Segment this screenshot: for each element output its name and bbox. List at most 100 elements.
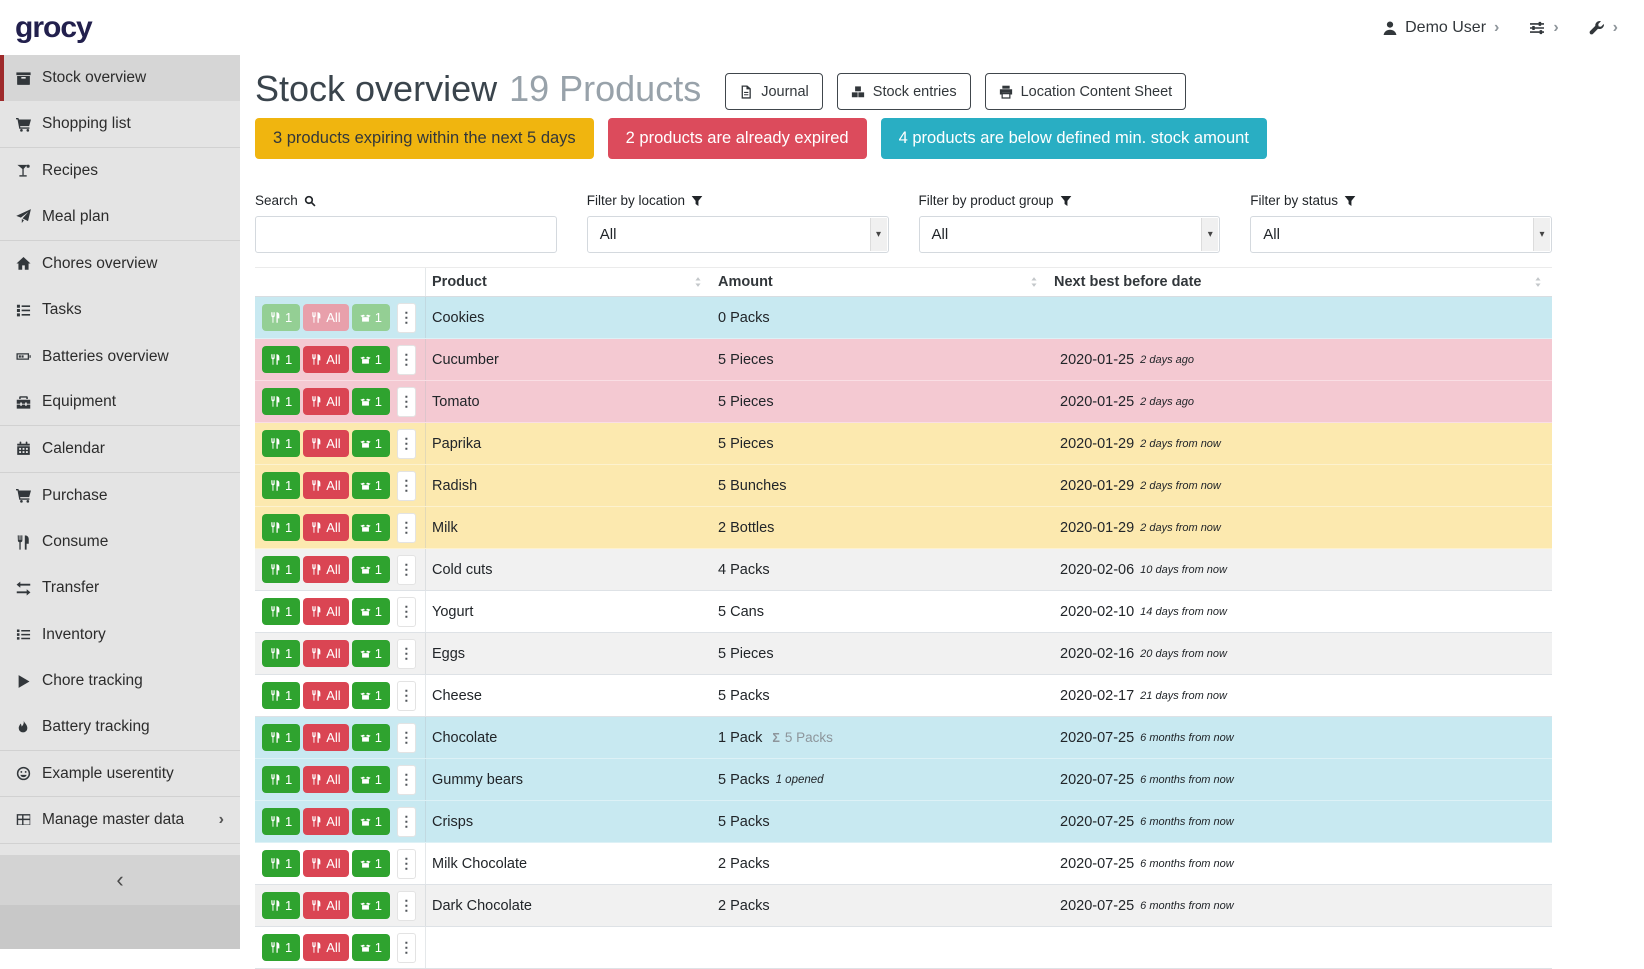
row-menu-button[interactable]: ⋮ (397, 471, 416, 501)
status-select[interactable]: All ▾ (1250, 216, 1552, 253)
sidebar-item-purchase[interactable]: Purchase (0, 473, 240, 519)
consume-all-button[interactable]: All (303, 808, 348, 835)
row-menu-button[interactable]: ⋮ (397, 345, 416, 375)
alert-danger[interactable]: 2 products are already expired (608, 118, 867, 159)
row-menu-button[interactable]: ⋮ (397, 639, 416, 669)
sidebar-item-stock-overview[interactable]: Stock overview (0, 55, 240, 101)
location-content-sheet-button[interactable]: Location Content Sheet (985, 73, 1187, 110)
sidebar-item-calendar[interactable]: Calendar (0, 426, 240, 472)
sidebar-item-manage-master-data[interactable]: Manage master data› (0, 797, 240, 843)
row-menu-button[interactable]: ⋮ (397, 849, 416, 879)
search-input[interactable] (255, 216, 557, 253)
open-one-button[interactable]: 1 (352, 472, 390, 499)
consume-one-button[interactable]: 1 (262, 388, 300, 415)
consume-all-button[interactable]: All (303, 430, 348, 457)
alert-warning[interactable]: 3 products expiring within the next 5 da… (255, 118, 594, 159)
consume-all-button[interactable]: All (303, 388, 348, 415)
table-icon (16, 812, 42, 827)
sidebar-item-shopping-list[interactable]: Shopping list (0, 101, 240, 147)
open-one-button[interactable]: 1 (352, 556, 390, 583)
product-group-select[interactable]: All ▾ (919, 216, 1221, 253)
consume-one-button[interactable]: 1 (262, 850, 300, 877)
sidebar-item-meal-plan[interactable]: Meal plan (0, 194, 240, 240)
open-one-button[interactable]: 1 (352, 514, 390, 541)
open-one-button[interactable]: 1 (352, 388, 390, 415)
row-menu-button[interactable]: ⋮ (397, 513, 416, 543)
open-one-button[interactable]: 1 (352, 640, 390, 667)
open-one-button[interactable]: 1 (352, 850, 390, 877)
consume-all-button[interactable]: All (303, 346, 348, 373)
sidebar-item-consume[interactable]: Consume (0, 519, 240, 565)
stock-entries-button[interactable]: Stock entries (837, 73, 971, 110)
sidebar-item-chores-overview[interactable]: Chores overview (0, 241, 240, 287)
row-menu-button[interactable]: ⋮ (397, 933, 416, 963)
consume-one-button[interactable]: 1 (262, 640, 300, 667)
row-menu-button[interactable]: ⋮ (397, 597, 416, 627)
sidebar-item-transfer[interactable]: Transfer (0, 565, 240, 611)
open-one-button[interactable]: 1 (352, 430, 390, 457)
open-one-button[interactable]: 1 (352, 346, 390, 373)
consume-all-button[interactable]: All (303, 724, 348, 751)
consume-one-button[interactable]: 1 (262, 766, 300, 793)
sidebar-item-example-userentity[interactable]: Example userentity (0, 751, 240, 797)
open-one-button[interactable]: 1 (352, 808, 390, 835)
open-one-button[interactable]: 1 (352, 682, 390, 709)
consume-one-button[interactable]: 1 (262, 304, 300, 331)
consume-one-button[interactable]: 1 (262, 934, 300, 961)
date-column-header[interactable]: Next best before date (1048, 268, 1552, 296)
row-menu-button[interactable]: ⋮ (397, 723, 416, 753)
location-select[interactable]: All ▾ (587, 216, 889, 253)
consume-all-button[interactable]: All (303, 640, 348, 667)
consume-one-button[interactable]: 1 (262, 472, 300, 499)
row-menu-button[interactable]: ⋮ (397, 387, 416, 417)
open-one-button[interactable]: 1 (352, 934, 390, 961)
open-one-button[interactable]: 1 (352, 892, 390, 919)
sidebar-item-inventory[interactable]: Inventory (0, 612, 240, 658)
consume-all-button[interactable]: All (303, 304, 348, 331)
consume-all-button[interactable]: All (303, 892, 348, 919)
sidebar-item-chore-tracking[interactable]: Chore tracking (0, 658, 240, 704)
alert-info[interactable]: 4 products are below defined min. stock … (881, 118, 1267, 159)
consume-one-button[interactable]: 1 (262, 892, 300, 919)
sidebar-item-batteries-overview[interactable]: Batteries overview (0, 333, 240, 379)
open-one-button[interactable]: 1 (352, 304, 390, 331)
sidebar-collapse-button[interactable]: ‹ (0, 855, 240, 905)
consume-all-button[interactable]: All (303, 514, 348, 541)
open-one-button[interactable]: 1 (352, 598, 390, 625)
sidebar-item-recipes[interactable]: Recipes (0, 148, 240, 194)
row-menu-button[interactable]: ⋮ (397, 807, 416, 837)
amount-column-header[interactable]: Amount (712, 268, 1048, 296)
row-menu-button[interactable]: ⋮ (397, 681, 416, 711)
sidebar-item-battery-tracking[interactable]: Battery tracking (0, 704, 240, 750)
product-column-header[interactable]: Product (426, 268, 712, 296)
app-logo[interactable]: grocy (15, 11, 92, 45)
row-menu-button[interactable]: ⋮ (397, 555, 416, 585)
journal-button[interactable]: Journal (725, 73, 823, 110)
consume-all-button[interactable]: All (303, 556, 348, 583)
row-menu-button[interactable]: ⋮ (397, 891, 416, 921)
row-menu-button[interactable]: ⋮ (397, 303, 416, 333)
consume-one-button[interactable]: 1 (262, 598, 300, 625)
open-one-button[interactable]: 1 (352, 766, 390, 793)
consume-one-button[interactable]: 1 (262, 724, 300, 751)
row-menu-button[interactable]: ⋮ (397, 429, 416, 459)
consume-one-button[interactable]: 1 (262, 514, 300, 541)
consume-one-button[interactable]: 1 (262, 556, 300, 583)
row-menu-button[interactable]: ⋮ (397, 765, 416, 795)
consume-all-button[interactable]: All (303, 766, 348, 793)
consume-all-button[interactable]: All (303, 682, 348, 709)
consume-one-button[interactable]: 1 (262, 430, 300, 457)
sidebar-item-tasks[interactable]: Tasks (0, 287, 240, 333)
consume-one-button[interactable]: 1 (262, 682, 300, 709)
consume-all-button[interactable]: All (303, 472, 348, 499)
open-one-button[interactable]: 1 (352, 724, 390, 751)
admin-menu[interactable]: › (1589, 19, 1618, 37)
consume-all-button[interactable]: All (303, 598, 348, 625)
consume-all-button[interactable]: All (303, 934, 348, 961)
consume-one-button[interactable]: 1 (262, 346, 300, 373)
sidebar-item-equipment[interactable]: Equipment (0, 380, 240, 426)
consume-all-button[interactable]: All (303, 850, 348, 877)
settings-menu[interactable]: › (1529, 19, 1558, 37)
user-menu[interactable]: Demo User › (1382, 19, 1499, 37)
consume-one-button[interactable]: 1 (262, 808, 300, 835)
